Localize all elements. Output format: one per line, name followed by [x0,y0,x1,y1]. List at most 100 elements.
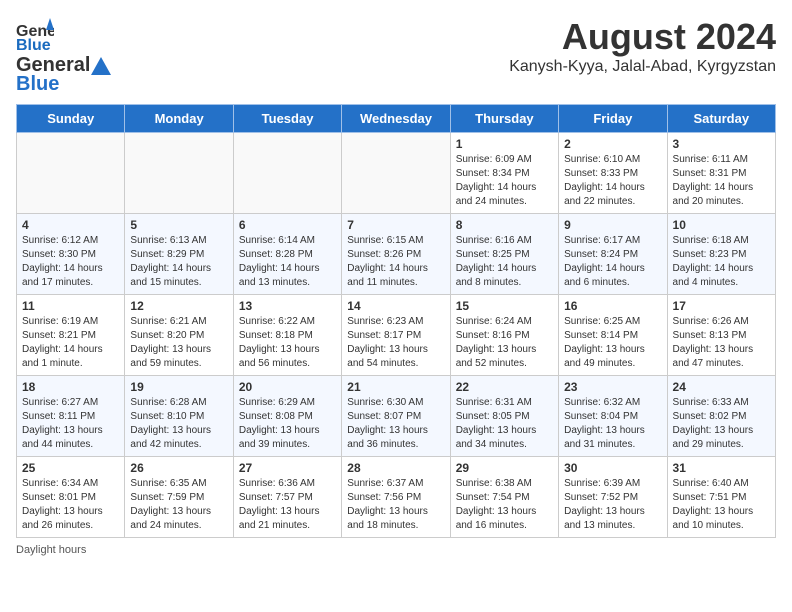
day-info: Sunrise: 6:16 AM Sunset: 8:25 PM Dayligh… [456,234,553,290]
day-cell: 14 Sunrise: 6:23 AM Sunset: 8:17 PM Dayli… [342,295,450,376]
day-number: 28 [347,461,444,475]
day-cell: 22 Sunrise: 6:31 AM Sunset: 8:05 PM Dayli… [450,376,558,457]
day-number: 1 [456,137,553,151]
day-cell: 2 Sunrise: 6:10 AM Sunset: 8:33 PM Daylig… [559,133,667,214]
day-cell [17,133,125,214]
day-cell: 31 Sunrise: 6:40 AM Sunset: 7:51 PM Dayli… [667,457,775,538]
day-info: Sunrise: 6:27 AM Sunset: 8:11 PM Dayligh… [22,396,119,452]
day-info: Sunrise: 6:19 AM Sunset: 8:21 PM Dayligh… [22,315,119,371]
day-info: Sunrise: 6:15 AM Sunset: 8:26 PM Dayligh… [347,234,444,290]
day-info: Sunrise: 6:30 AM Sunset: 8:07 PM Dayligh… [347,396,444,452]
week-row-5: 25 Sunrise: 6:34 AM Sunset: 8:01 PM Dayli… [17,457,776,538]
day-number: 29 [456,461,553,475]
day-number: 11 [22,299,119,313]
calendar-table: SundayMondayTuesdayWednesdayThursdayFrid… [16,104,776,538]
day-info: Sunrise: 6:29 AM Sunset: 8:08 PM Dayligh… [239,396,336,452]
day-info: Sunrise: 6:37 AM Sunset: 7:56 PM Dayligh… [347,477,444,533]
week-row-4: 18 Sunrise: 6:27 AM Sunset: 8:11 PM Dayli… [17,376,776,457]
day-number: 20 [239,380,336,394]
col-header-sunday: Sunday [17,105,125,133]
week-row-3: 11 Sunrise: 6:19 AM Sunset: 8:21 PM Dayli… [17,295,776,376]
day-number: 15 [456,299,553,313]
day-number: 16 [564,299,661,313]
svg-text:Blue: Blue [16,37,51,54]
day-cell: 9 Sunrise: 6:17 AM Sunset: 8:24 PM Daylig… [559,214,667,295]
footer-daylight: Daylight hours [16,544,776,556]
day-number: 22 [456,380,553,394]
day-info: Sunrise: 6:17 AM Sunset: 8:24 PM Dayligh… [564,234,661,290]
day-number: 8 [456,218,553,232]
day-info: Sunrise: 6:22 AM Sunset: 8:18 PM Dayligh… [239,315,336,371]
day-number: 25 [22,461,119,475]
day-info: Sunrise: 6:11 AM Sunset: 8:31 PM Dayligh… [673,153,770,209]
day-info: Sunrise: 6:12 AM Sunset: 8:30 PM Dayligh… [22,234,119,290]
col-header-tuesday: Tuesday [233,105,341,133]
day-info: Sunrise: 6:34 AM Sunset: 8:01 PM Dayligh… [22,477,119,533]
day-number: 14 [347,299,444,313]
day-number: 30 [564,461,661,475]
day-info: Sunrise: 6:38 AM Sunset: 7:54 PM Dayligh… [456,477,553,533]
day-number: 10 [673,218,770,232]
day-info: Sunrise: 6:39 AM Sunset: 7:52 PM Dayligh… [564,477,661,533]
day-cell: 23 Sunrise: 6:32 AM Sunset: 8:04 PM Dayli… [559,376,667,457]
day-cell: 24Sunrise: 6:33 AM Sunset: 8:02 PM Dayli… [667,376,775,457]
week-row-2: 4 Sunrise: 6:12 AM Sunset: 8:30 PM Daylig… [17,214,776,295]
day-info: Sunrise: 6:31 AM Sunset: 8:05 PM Dayligh… [456,396,553,452]
day-info: Sunrise: 6:10 AM Sunset: 8:33 PM Dayligh… [564,153,661,209]
day-cell: 17Sunrise: 6:26 AM Sunset: 8:13 PM Dayli… [667,295,775,376]
day-info: Sunrise: 6:25 AM Sunset: 8:14 PM Dayligh… [564,315,661,371]
col-header-wednesday: Wednesday [342,105,450,133]
day-info: Sunrise: 6:32 AM Sunset: 8:04 PM Dayligh… [564,396,661,452]
day-cell: 26Sunrise: 6:35 AM Sunset: 7:59 PM Dayli… [125,457,233,538]
logo: General Blue General Blue [16,16,112,96]
day-cell: 11 Sunrise: 6:19 AM Sunset: 8:21 PM Dayli… [17,295,125,376]
day-number: 5 [130,218,227,232]
day-cell: 19Sunrise: 6:28 AM Sunset: 8:10 PM Dayli… [125,376,233,457]
day-info: Sunrise: 6:40 AM Sunset: 7:51 PM Dayligh… [673,477,770,533]
logo-icon: General Blue [16,16,54,54]
day-info: Sunrise: 6:14 AM Sunset: 8:28 PM Dayligh… [239,234,336,290]
day-number: 21 [347,380,444,394]
day-info: Sunrise: 6:09 AM Sunset: 8:34 PM Dayligh… [456,153,553,209]
col-header-thursday: Thursday [450,105,558,133]
day-number: 6 [239,218,336,232]
day-number: 2 [564,137,661,151]
day-number: 13 [239,299,336,313]
day-cell: 29 Sunrise: 6:38 AM Sunset: 7:54 PM Dayli… [450,457,558,538]
title-area: August 2024 Kanysh-Kyya, Jalal-Abad, Kyr… [509,16,776,76]
day-cell [233,133,341,214]
day-number: 23 [564,380,661,394]
day-cell: 27Sunrise: 6:36 AM Sunset: 7:57 PM Dayli… [233,457,341,538]
logo-triangle-icon [91,57,111,75]
day-info: Sunrise: 6:13 AM Sunset: 8:29 PM Dayligh… [130,234,227,290]
day-cell: 30 Sunrise: 6:39 AM Sunset: 7:52 PM Dayli… [559,457,667,538]
day-cell [342,133,450,214]
day-cell: 12Sunrise: 6:21 AM Sunset: 8:20 PM Dayli… [125,295,233,376]
day-number: 9 [564,218,661,232]
day-cell: 18 Sunrise: 6:27 AM Sunset: 8:11 PM Dayli… [17,376,125,457]
week-row-1: 1 Sunrise: 6:09 AM Sunset: 8:34 PM Daylig… [17,133,776,214]
header-row: SundayMondayTuesdayWednesdayThursdayFrid… [17,105,776,133]
day-cell: 7 Sunrise: 6:15 AM Sunset: 8:26 PM Daylig… [342,214,450,295]
day-number: 4 [22,218,119,232]
day-info: Sunrise: 6:23 AM Sunset: 8:17 PM Dayligh… [347,315,444,371]
day-number: 7 [347,218,444,232]
day-cell: 4 Sunrise: 6:12 AM Sunset: 8:30 PM Daylig… [17,214,125,295]
day-cell: 5 Sunrise: 6:13 AM Sunset: 8:29 PM Daylig… [125,214,233,295]
day-info: Sunrise: 6:26 AM Sunset: 8:13 PM Dayligh… [673,315,770,371]
header: General Blue General Blue August 2024 Ka… [16,16,776,96]
day-number: 24 [673,380,770,394]
day-info: Sunrise: 6:36 AM Sunset: 7:57 PM Dayligh… [239,477,336,533]
day-number: 31 [673,461,770,475]
day-info: Sunrise: 6:28 AM Sunset: 8:10 PM Dayligh… [130,396,227,452]
day-info: Sunrise: 6:21 AM Sunset: 8:20 PM Dayligh… [130,315,227,371]
day-info: Sunrise: 6:24 AM Sunset: 8:16 PM Dayligh… [456,315,553,371]
col-header-friday: Friday [559,105,667,133]
col-header-monday: Monday [125,105,233,133]
subtitle: Kanysh-Kyya, Jalal-Abad, Kyrgyzstan [509,58,776,76]
day-cell: 20 Sunrise: 6:29 AM Sunset: 8:08 PM Dayli… [233,376,341,457]
day-number: 18 [22,380,119,394]
day-cell: 28 Sunrise: 6:37 AM Sunset: 7:56 PM Dayli… [342,457,450,538]
logo-blue: Blue [16,73,59,96]
day-cell: 16 Sunrise: 6:25 AM Sunset: 8:14 PM Dayli… [559,295,667,376]
